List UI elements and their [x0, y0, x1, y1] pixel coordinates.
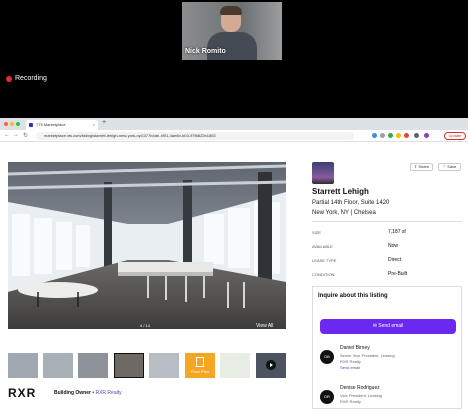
recording-icon [6, 76, 12, 82]
size-label: Size [312, 230, 321, 235]
condition-value: Pre-Built [388, 271, 408, 277]
profile-avatar[interactable] [424, 133, 429, 138]
owner-link[interactable]: RXR Realty [95, 390, 121, 396]
size-value: 7,187 sf [388, 229, 406, 235]
map-thumbnail[interactable] [220, 353, 250, 378]
photo-thumbnail[interactable] [114, 353, 144, 378]
share-button[interactable]: ⇪ Share [410, 163, 433, 171]
back-icon[interactable]: ← [4, 132, 10, 138]
suite-title: Partial 14th Floor, Suite 1420 [312, 200, 390, 206]
photo-thumbnail[interactable] [78, 353, 108, 378]
broker-avatar: DR [320, 390, 334, 404]
recording-label: Recording [15, 75, 47, 82]
update-button[interactable]: Update [444, 132, 466, 140]
broker-title: Senior Vice President, Leasing [340, 353, 395, 358]
building-thumbnail [312, 162, 334, 184]
broker-email-link[interactable]: Send email [340, 365, 360, 370]
play-icon [266, 360, 276, 370]
new-tab-button[interactable]: + [102, 119, 106, 126]
reload-icon[interactable]: ↻ [23, 132, 28, 139]
broker-name: Daniel Birney [340, 345, 370, 351]
listing-page: ‹ › 4 / 14 View All Floor Plan RXR Build… [0, 143, 468, 409]
available-value: Now [388, 243, 399, 249]
previous-photo-icon[interactable]: ‹ [12, 248, 16, 262]
photo-counter: 4 / 14 [140, 323, 151, 328]
lease-type-value: Direct [388, 257, 402, 263]
extension-icon[interactable] [396, 133, 401, 138]
save-button[interactable]: ♡ Save [438, 163, 461, 171]
photo-gallery[interactable]: ‹ › [8, 162, 286, 329]
maximize-window-icon[interactable] [16, 122, 20, 126]
photo-thumbnail[interactable] [8, 353, 38, 378]
url-input[interactable]: marketplace.vts.com/listing/starrett-leh… [36, 132, 354, 140]
floor-plan-thumbnail[interactable]: Floor Plan [185, 353, 215, 378]
extension-icon[interactable] [404, 133, 409, 138]
broker-company: RXR Realty [340, 359, 361, 364]
tab-title: 775 Marketplace [36, 122, 66, 127]
send-email-button[interactable]: ✉ Send email [320, 319, 456, 334]
extension-icon[interactable] [380, 133, 385, 138]
participant-name: Nick Romito [185, 48, 226, 55]
browser-window: 775 Marketplace × + ← → ↻ marketplace.vt… [0, 118, 468, 409]
broker-company: RXR Realty [340, 399, 361, 404]
broker-avatar: DB [320, 350, 334, 364]
building-owner-label: Building Owner [54, 390, 91, 396]
photo-thumbnail[interactable] [43, 353, 73, 378]
close-window-icon[interactable] [4, 122, 8, 126]
tab-bar: 775 Marketplace × + [0, 118, 468, 130]
participant-hair [220, 6, 242, 15]
lease-type-label: Lease Type [312, 258, 337, 263]
next-photo-icon[interactable]: › [274, 248, 278, 262]
participant-body [207, 32, 257, 60]
close-tab-icon[interactable]: × [93, 120, 95, 130]
floor-plan-icon [196, 357, 204, 367]
address-bar: ← → ↻ marketplace.vts.com/listing/starre… [0, 130, 468, 142]
condition-label: Condition [312, 272, 335, 277]
minimize-window-icon[interactable] [10, 122, 14, 126]
office-photo [8, 162, 286, 329]
inquire-title: Inquire about this listing [318, 293, 388, 299]
puzzle-icon[interactable] [414, 133, 419, 138]
divider [312, 221, 462, 222]
broker-title: Vice President, Leasing [340, 393, 382, 398]
inquire-panel [312, 286, 462, 409]
broker-name: Denise Rodriguez [340, 385, 380, 391]
extension-icon[interactable] [388, 133, 393, 138]
view-all-button[interactable]: View All [256, 323, 273, 329]
share-label: Share [418, 164, 430, 169]
building-owner-line: Building Owner • RXR Realty [54, 390, 122, 396]
owner-logo: RXR [8, 386, 37, 400]
send-email-label: Send email [378, 323, 404, 329]
video-thumbnail[interactable] [256, 353, 286, 378]
forward-icon[interactable]: → [13, 132, 19, 138]
meeting-window: Nick Romito Recording [0, 0, 468, 118]
thumbnail-strip: Floor Plan [8, 353, 286, 378]
save-label: Save [447, 164, 457, 169]
available-label: Available [312, 244, 333, 249]
photo-thumbnail[interactable] [149, 353, 179, 378]
browser-tab[interactable]: 775 Marketplace × [26, 120, 98, 130]
vts-favicon-icon [29, 123, 33, 127]
extension-icon[interactable] [372, 133, 377, 138]
floor-plan-label: Floor Plan [190, 369, 210, 374]
location-text: New York, NY | Chelsea [312, 210, 376, 216]
building-name[interactable]: Starrett Lehigh [312, 187, 369, 196]
